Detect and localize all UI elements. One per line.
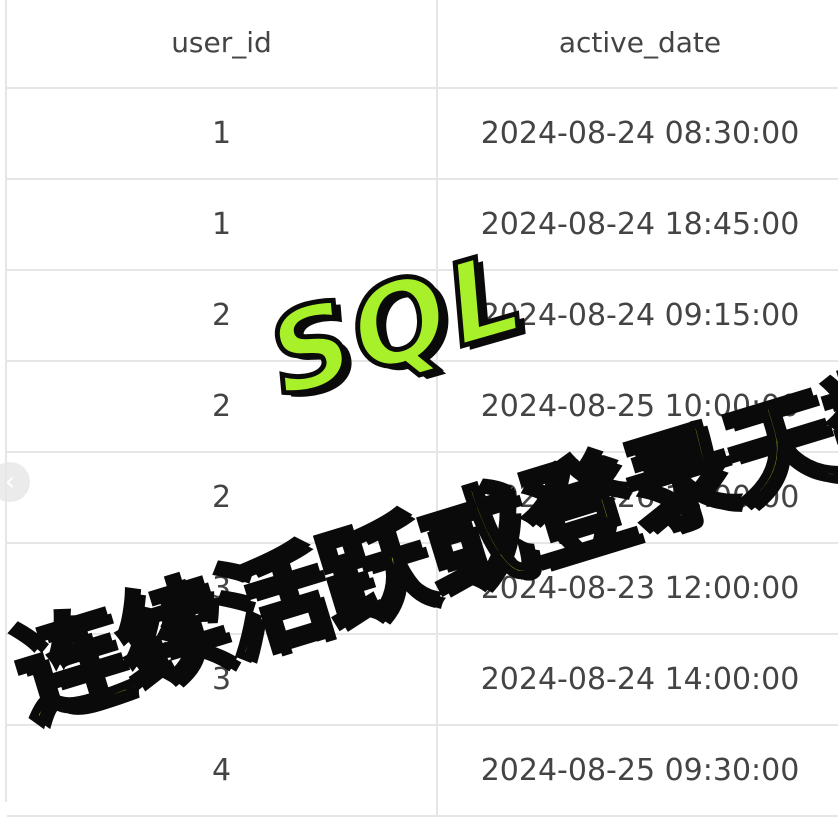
header-user-id: user_id — [7, 0, 438, 87]
table-row: 1 2024-08-24 08:30:00 — [7, 89, 838, 180]
table-header-row: user_id active_date — [7, 0, 838, 89]
header-active-date: active_date — [558, 26, 722, 59]
cell-user-id: 1 — [7, 89, 438, 178]
table-row: 4 2024-08-25 09:30:00 — [7, 726, 838, 817]
cell-active-date: 2024-08-24 14:00:00 — [480, 662, 800, 697]
cell-active-date: 2024-08-24 08:30:00 — [480, 116, 800, 151]
cell-user-id: 1 — [7, 180, 438, 269]
